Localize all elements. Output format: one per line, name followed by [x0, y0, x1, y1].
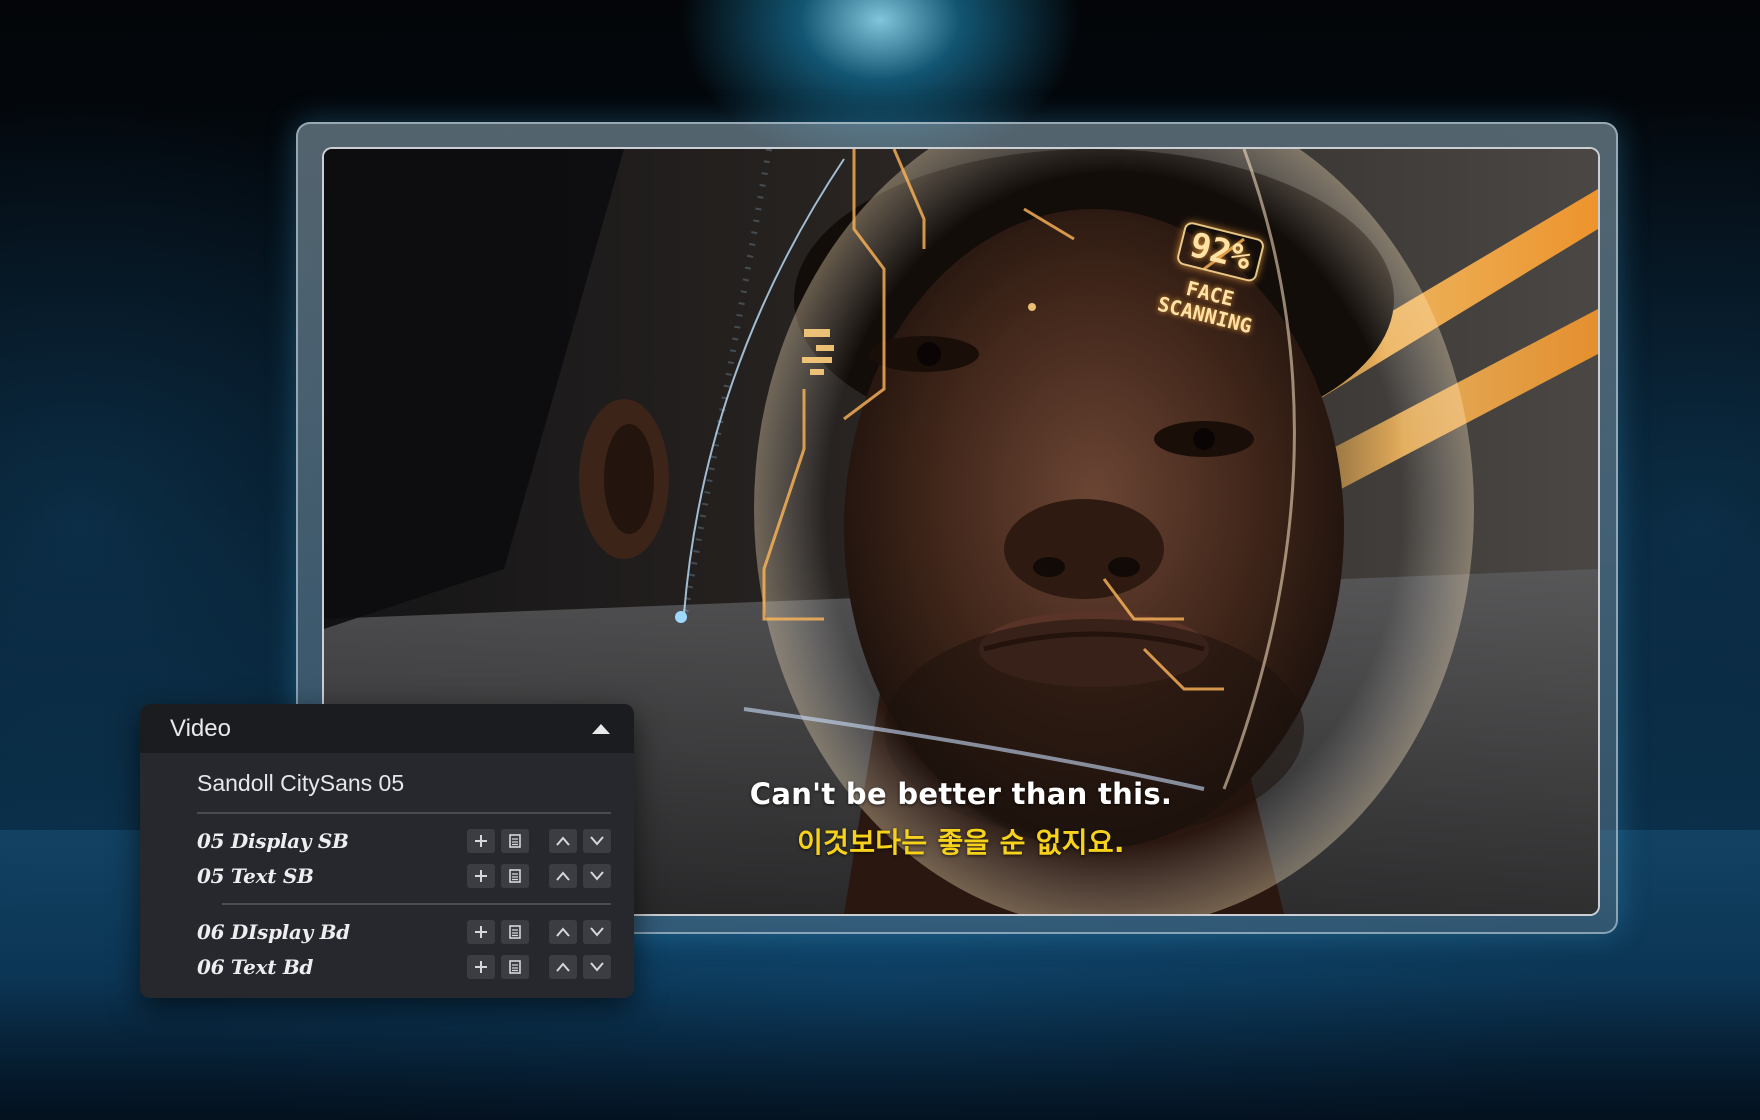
row-actions	[467, 955, 611, 979]
chevron-up-icon[interactable]	[592, 723, 610, 734]
row-actions	[467, 864, 611, 888]
document-icon[interactable]	[501, 920, 529, 944]
document-icon[interactable]	[501, 829, 529, 853]
panel-title: Video	[170, 714, 231, 742]
divider	[222, 903, 611, 905]
arrow-up-icon[interactable]	[549, 955, 577, 979]
arrow-down-icon[interactable]	[583, 829, 611, 853]
background-stage: 92% FACE SCANNING Can't be better than t…	[0, 0, 1760, 1120]
arrow-down-icon[interactable]	[583, 955, 611, 979]
font-row-05-text[interactable]: 05 Text SB	[197, 861, 611, 891]
arrow-down-icon[interactable]	[583, 864, 611, 888]
arrow-up-icon[interactable]	[549, 920, 577, 944]
panel-header[interactable]: Video	[140, 704, 634, 753]
arrow-up-icon[interactable]	[549, 829, 577, 853]
font-name: 05 Display SB	[197, 829, 349, 853]
font-name: 06 DIsplay Bd	[197, 920, 350, 944]
font-family-name: Sandoll CitySans 05	[197, 770, 405, 796]
arrow-up-icon[interactable]	[549, 864, 577, 888]
plus-icon[interactable]	[467, 955, 495, 979]
plus-icon[interactable]	[467, 864, 495, 888]
row-actions	[467, 920, 611, 944]
font-name: 05 Text SB	[197, 864, 314, 888]
plus-icon[interactable]	[467, 829, 495, 853]
row-actions	[467, 829, 611, 853]
plus-icon[interactable]	[467, 920, 495, 944]
divider	[197, 812, 611, 814]
font-name: 06 Text Bd	[197, 955, 314, 979]
document-icon[interactable]	[501, 864, 529, 888]
font-row-05-display[interactable]: 05 Display SB	[197, 826, 611, 856]
arrow-down-icon[interactable]	[583, 920, 611, 944]
font-row-06-display[interactable]: 06 DIsplay Bd	[197, 917, 611, 947]
document-icon[interactable]	[501, 955, 529, 979]
font-row-06-text[interactable]: 06 Text Bd	[197, 952, 611, 982]
font-panel: Video Sandoll CitySans 05 05 Display SB …	[140, 704, 634, 998]
